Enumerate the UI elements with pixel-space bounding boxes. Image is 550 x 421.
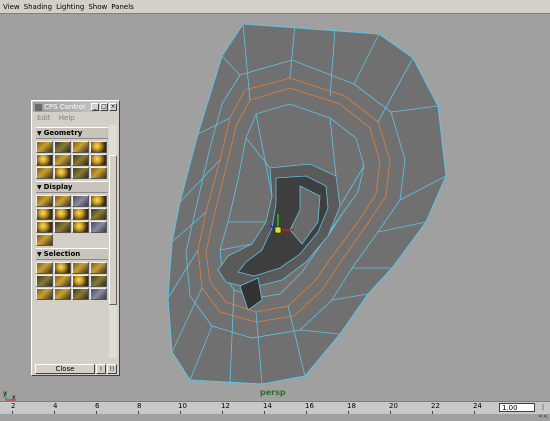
- current-frame-field[interactable]: 1.00: [499, 403, 535, 412]
- tool-icon[interactable]: [54, 167, 71, 179]
- tool-icon[interactable]: [72, 195, 89, 207]
- tool-icon[interactable]: [36, 262, 53, 274]
- tool-icon[interactable]: [54, 208, 71, 220]
- tool-icon[interactable]: [54, 221, 71, 233]
- time-slider[interactable]: 2 4 6 8 10 12 14 16 18 20 22 24: [0, 401, 550, 414]
- tool-icon[interactable]: [90, 275, 107, 287]
- tool-icon[interactable]: [90, 208, 107, 220]
- tool-icon[interactable]: [36, 141, 53, 153]
- tool-icon[interactable]: [54, 195, 71, 207]
- tool-icon[interactable]: [54, 275, 71, 287]
- section-label: Display: [43, 183, 73, 191]
- tick-label: 22: [431, 402, 440, 410]
- menu-help[interactable]: Help: [59, 114, 75, 122]
- tool-icon[interactable]: [54, 262, 71, 274]
- tool-icon[interactable]: [90, 221, 107, 233]
- tool-icon[interactable]: [90, 141, 107, 153]
- tool-icon[interactable]: [36, 195, 53, 207]
- cps-footer: Close ! !!: [35, 364, 117, 374]
- cps-title: CPS Control: [44, 103, 86, 111]
- axis-x-label: x: [12, 394, 16, 401]
- menu-lighting[interactable]: Lighting: [56, 3, 84, 11]
- tick-label: 6: [95, 402, 100, 410]
- tool-icon[interactable]: [36, 221, 53, 233]
- tick-label: 18: [347, 402, 356, 410]
- tool-icon[interactable]: [72, 141, 89, 153]
- cps-titlebar[interactable]: CPS Control _ □ ×: [33, 102, 118, 112]
- display-tools: [36, 195, 108, 246]
- tool-icon[interactable]: [72, 154, 89, 166]
- tool-icon[interactable]: [36, 208, 53, 220]
- section-geometry[interactable]: ▼ Geometry: [36, 127, 108, 139]
- tick-label: 2: [11, 402, 16, 410]
- tick-label: 4: [53, 402, 58, 410]
- tool-icon[interactable]: [90, 154, 107, 166]
- menu-edit[interactable]: Edit: [37, 114, 51, 122]
- geometry-tools: [36, 141, 108, 179]
- tool-icon[interactable]: [36, 154, 53, 166]
- tool-icon[interactable]: [72, 288, 89, 300]
- tick-label: 10: [178, 402, 187, 410]
- menu-show[interactable]: Show: [88, 3, 107, 11]
- collapse-triangle-icon[interactable]: ▼: [37, 130, 42, 137]
- tool-icon[interactable]: [90, 167, 107, 179]
- tool-icon[interactable]: [54, 141, 71, 153]
- cps-menu: Edit Help: [37, 114, 81, 122]
- tool-icon[interactable]: [72, 208, 89, 220]
- section-label: Selection: [43, 250, 81, 258]
- menu-view[interactable]: View: [3, 3, 20, 11]
- tool-icon[interactable]: [72, 221, 89, 233]
- tick-label: 14: [263, 402, 272, 410]
- go-to-start-button[interactable]: |<<: [537, 403, 549, 420]
- section-label: Geometry: [43, 129, 83, 137]
- tick-label: 12: [221, 402, 230, 410]
- tool-icon[interactable]: [90, 262, 107, 274]
- tool-icon[interactable]: [54, 154, 71, 166]
- tick-label: 8: [137, 402, 142, 410]
- tool-icon[interactable]: [36, 288, 53, 300]
- tool-icon[interactable]: [90, 288, 107, 300]
- section-display[interactable]: ▼ Display: [36, 181, 108, 193]
- minimize-icon[interactable]: _: [91, 103, 99, 111]
- tool-icon[interactable]: [36, 275, 53, 287]
- tool-icon[interactable]: [36, 167, 53, 179]
- tool-icon[interactable]: [90, 195, 107, 207]
- menubar: View Shading Lighting Show Panels: [0, 0, 550, 14]
- option-button-2[interactable]: !!: [107, 364, 117, 374]
- cps-shelf: ▼ Geometry ▼ Display ▼ Selection: [36, 125, 108, 358]
- selection-tools: [36, 262, 108, 300]
- scroll-thumb[interactable]: [109, 155, 117, 305]
- tool-icon[interactable]: [36, 234, 53, 246]
- tool-icon[interactable]: [72, 167, 89, 179]
- collapse-triangle-icon[interactable]: ▼: [37, 251, 42, 258]
- menu-shading[interactable]: Shading: [24, 3, 52, 11]
- close-button[interactable]: Close: [35, 364, 95, 374]
- cps-scrollbar[interactable]: [109, 125, 117, 358]
- tick-label: 20: [389, 402, 398, 410]
- close-icon[interactable]: ×: [109, 103, 117, 111]
- maximize-icon[interactable]: □: [100, 103, 108, 111]
- camera-label: persp: [260, 388, 286, 397]
- cps-control-window: CPS Control _ □ × Edit Help ▼ Geometry ▼: [31, 100, 120, 376]
- tool-icon[interactable]: [54, 288, 71, 300]
- tool-icon[interactable]: [72, 275, 89, 287]
- axis-y-label: y: [3, 390, 7, 397]
- section-selection[interactable]: ▼ Selection: [36, 248, 108, 260]
- collapse-triangle-icon[interactable]: ▼: [37, 184, 42, 191]
- tool-icon[interactable]: [72, 262, 89, 274]
- app-icon: [35, 103, 42, 111]
- tick-label: 16: [305, 402, 314, 410]
- tick-label: 24: [473, 402, 482, 410]
- menu-panels[interactable]: Panels: [111, 3, 134, 11]
- option-button-1[interactable]: !: [96, 364, 106, 374]
